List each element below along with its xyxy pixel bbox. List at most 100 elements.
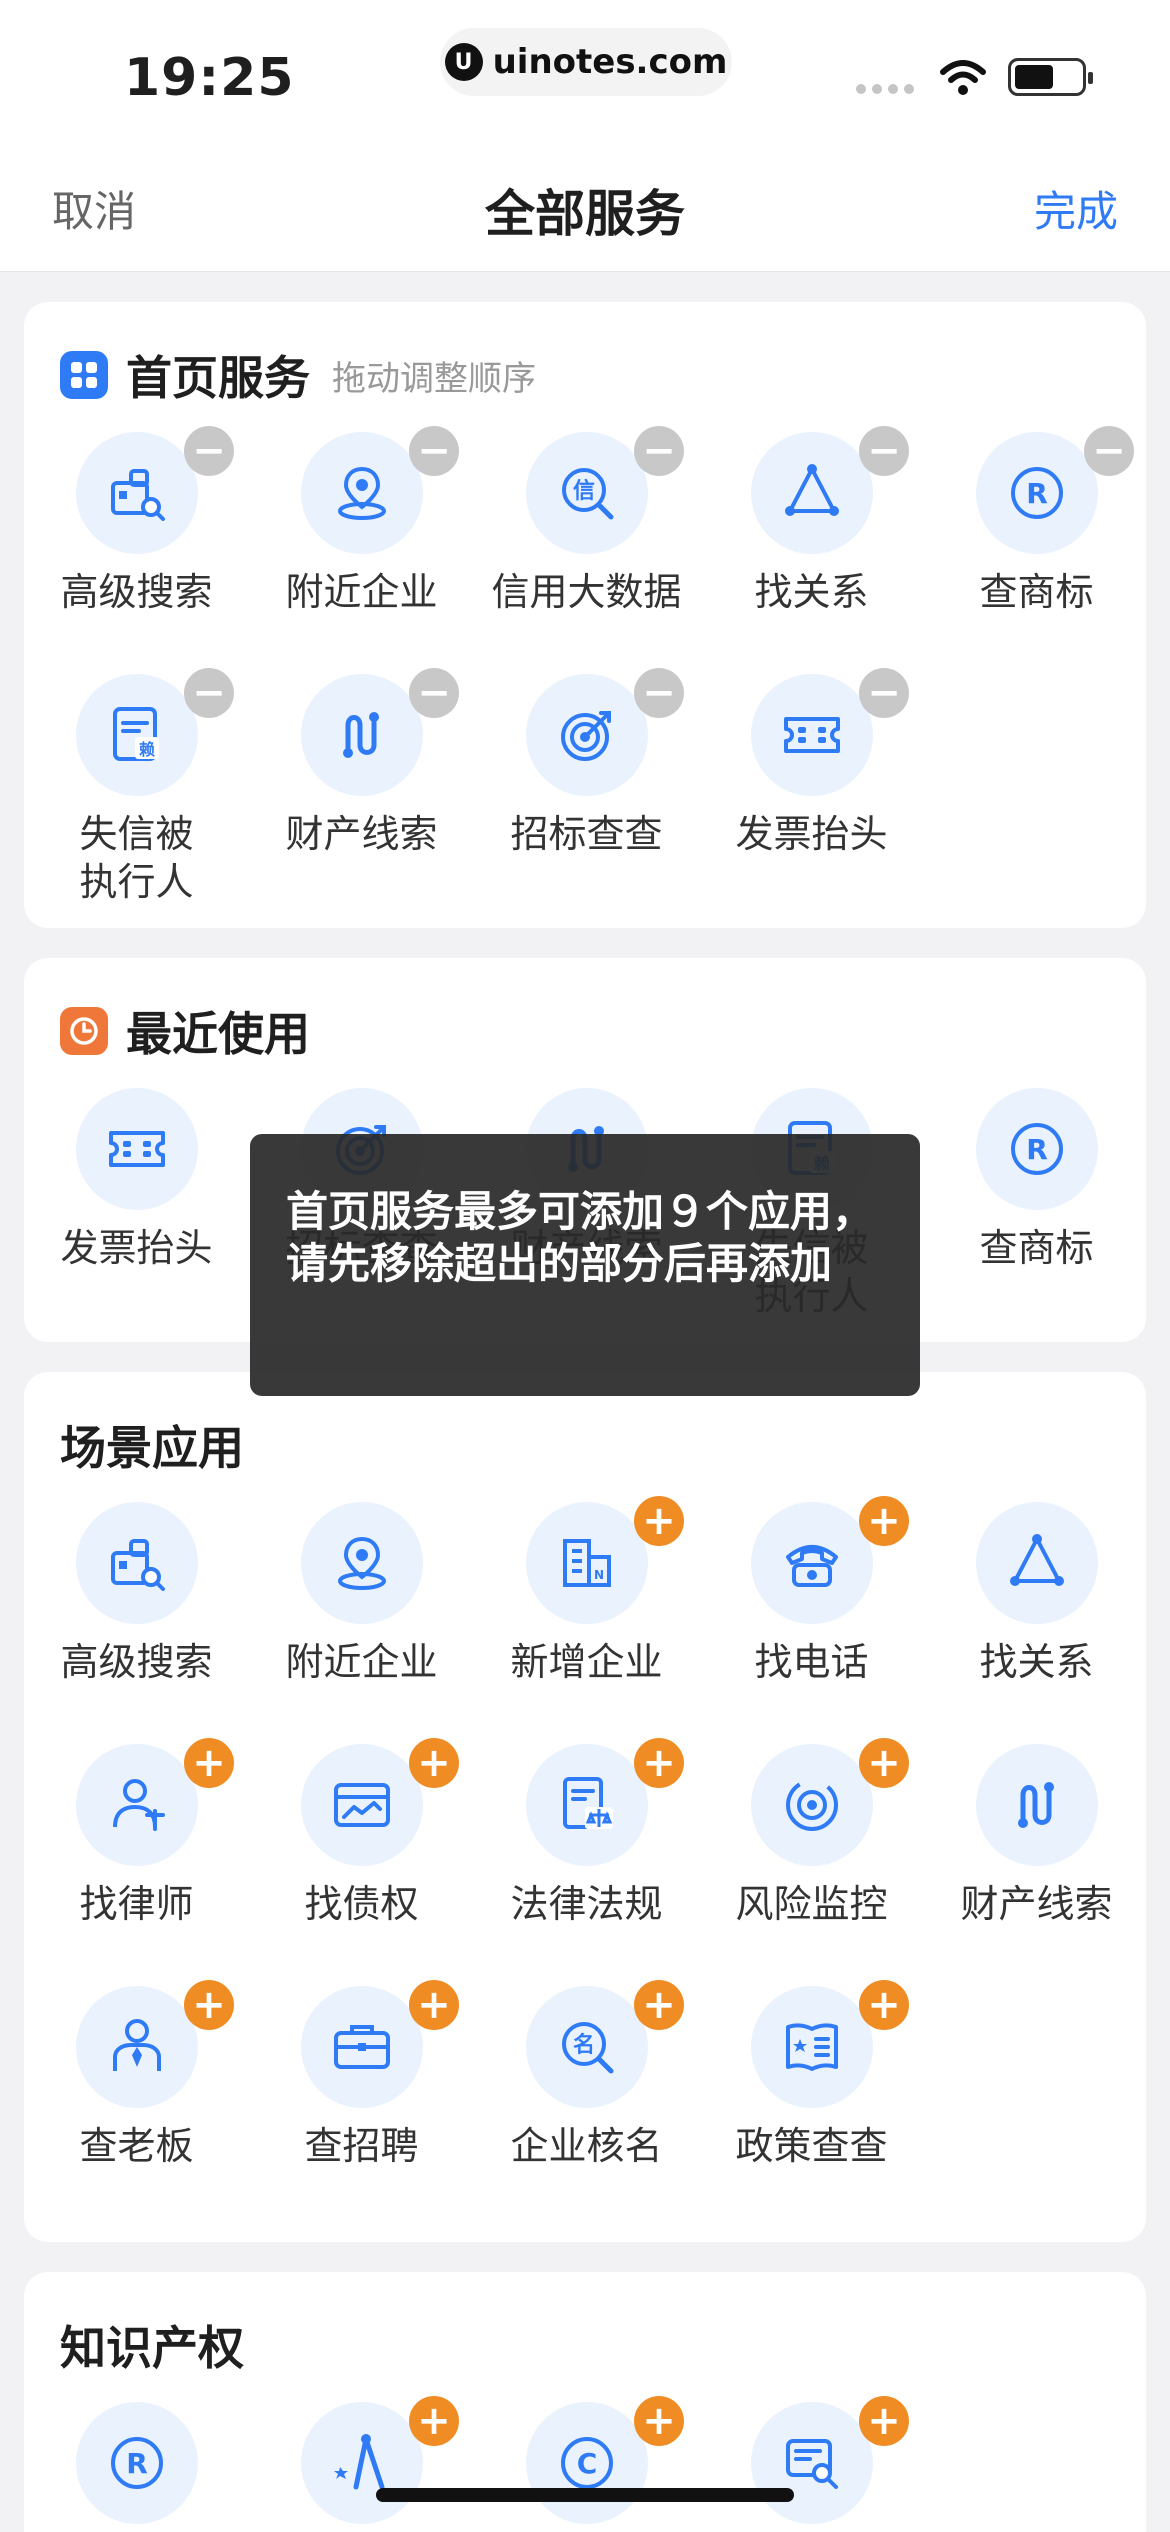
service-item[interactable]: 赖 − 失信被执行人 [24,668,249,904]
service-item[interactable]: 高级搜索 [24,1502,249,1702]
service-item-label: 企业核名 [510,2124,663,2168]
add-plus-icon[interactable]: + [634,2396,684,2446]
remove-minus-icon[interactable]: − [634,426,684,476]
add-plus-icon[interactable]: + [859,1980,909,2030]
clock-icon [60,1007,108,1055]
service-item-label: 查商标 [979,570,1094,614]
remove-minus-icon[interactable]: − [184,668,234,718]
service-item[interactable]: + 找电话 [699,1496,924,1702]
remove-minus-icon[interactable]: − [859,426,909,476]
dishonest-doc-icon: 赖 [76,674,198,796]
service-item-label: 找关系 [754,570,869,614]
service-item[interactable]: 财产线索 [924,1744,1146,1944]
url-text: uinotes.com [492,42,728,82]
service-item[interactable]: R 查商标 [924,1088,1146,1288]
location-pin-icon [301,432,423,554]
service-item[interactable]: C + [474,2396,699,2532]
service-item-label: 查招聘 [304,2124,419,2168]
trademark-icon: R [976,1088,1098,1210]
toast-message: 首页服务最多可添加９个应用，请先移除超出的部分后再添加 [250,1134,920,1396]
location-pin-icon [301,1502,423,1624]
service-item[interactable]: + 查老板 [24,1980,249,2186]
service-item-label: 找律师 [79,1882,194,1926]
risk-radar-icon [751,1744,873,1866]
add-plus-icon[interactable]: + [184,1738,234,1788]
service-item[interactable]: − 财产线索 [249,668,474,874]
svg-text:R: R [1026,1133,1048,1166]
add-plus-icon[interactable]: + [859,1738,909,1788]
svg-text:R: R [1026,477,1048,510]
property-clue-icon [301,674,423,796]
svg-text:C: C [577,2447,598,2480]
service-item[interactable]: 信 − 信用大数据 [474,426,699,632]
debt-card-icon [301,1744,423,1866]
page-title: 全部服务 [485,185,685,243]
service-item[interactable]: − 高级搜索 [24,426,249,632]
home-services-card: 首页服务 拖动调整顺序 − 高级搜索 − 附近企业 信 − 信用大数据 − 找关系 R − 查商标赖 −… [24,302,1146,928]
remove-minus-icon[interactable]: − [859,668,909,718]
copyright-icon: C [526,2402,648,2524]
service-item[interactable]: 发票抬头 [24,1088,249,1288]
remove-minus-icon[interactable]: − [409,668,459,718]
section-title: 场景应用 [60,1421,244,1475]
add-plus-icon[interactable]: + [409,1738,459,1788]
add-plus-icon[interactable]: + [634,1496,684,1546]
service-item[interactable]: − 招标查查 [474,668,699,874]
add-plus-icon[interactable]: + [184,1980,234,2030]
service-item-label: 新增企业 [510,1640,663,1684]
add-plus-icon[interactable]: + [859,1496,909,1546]
nav-bar: 取消 全部服务 完成 [0,130,1170,272]
remove-minus-icon[interactable]: − [1084,426,1134,476]
property-clue-icon [976,1744,1098,1866]
service-item[interactable]: − 找关系 [699,426,924,632]
service-item[interactable]: + [699,2396,924,2532]
section-hint: 拖动调整顺序 [332,358,536,399]
service-item[interactable]: + 查招聘 [249,1980,474,2186]
service-item[interactable]: 附近企业 [249,1502,474,1702]
building-icon: N [526,1502,648,1624]
policy-book-icon [751,1986,873,2108]
status-bar: 19:25 U uinotes.com [0,0,1170,130]
service-item[interactable]: N + 新增企业 [474,1496,699,1702]
service-item[interactable]: 名 + 企业核名 [474,1980,699,2186]
add-plus-icon[interactable]: + [409,2396,459,2446]
service-item-label: 发票抬头 [735,812,888,856]
service-item[interactable]: + [249,2396,474,2532]
relation-triangle-icon [751,432,873,554]
service-item-label: 高级搜索 [60,570,213,614]
service-item-label: 查商标 [979,1226,1094,1270]
url-pill[interactable]: U uinotes.com [440,28,732,96]
service-item[interactable]: R [24,2402,249,2532]
boss-icon [76,1986,198,2108]
section-title: 首页服务 [126,351,310,405]
remove-minus-icon[interactable]: − [634,668,684,718]
service-item[interactable]: + 法律法规 [474,1738,699,1944]
status-time: 19:25 [124,48,295,108]
service-item-label: 高级搜索 [60,1640,213,1684]
trademark-icon: R [76,2402,198,2524]
service-item[interactable]: + 风险监控 [699,1738,924,1944]
remove-minus-icon[interactable]: − [184,426,234,476]
done-button[interactable]: 完成 [1034,178,1118,239]
add-plus-icon[interactable]: + [634,1980,684,2030]
add-plus-icon[interactable]: + [859,2396,909,2446]
home-indicator[interactable] [376,2488,794,2502]
wifi-icon [940,60,986,95]
service-item[interactable]: + 找债权 [249,1738,474,1944]
grid-apps-icon [60,351,108,399]
svg-text:赖: 赖 [139,740,155,759]
add-plus-icon[interactable]: + [634,1738,684,1788]
service-item-label: 财产线索 [285,812,438,856]
service-item[interactable]: − 发票抬头 [699,668,924,874]
service-item[interactable]: − 附近企业 [249,426,474,632]
service-item[interactable]: 找关系 [924,1502,1146,1702]
remove-minus-icon[interactable]: − [409,426,459,476]
service-item[interactable]: + 政策查查 [699,1980,924,2186]
add-plus-icon[interactable]: + [409,1980,459,2030]
service-item[interactable]: + 找律师 [24,1738,249,1944]
service-item-label: 风险监控 [735,1882,888,1926]
service-item[interactable]: R − 查商标 [924,426,1146,632]
service-item-label: 财产线索 [960,1882,1113,1926]
patent-icon [301,2402,423,2524]
service-item-label: 附近企业 [285,570,438,614]
